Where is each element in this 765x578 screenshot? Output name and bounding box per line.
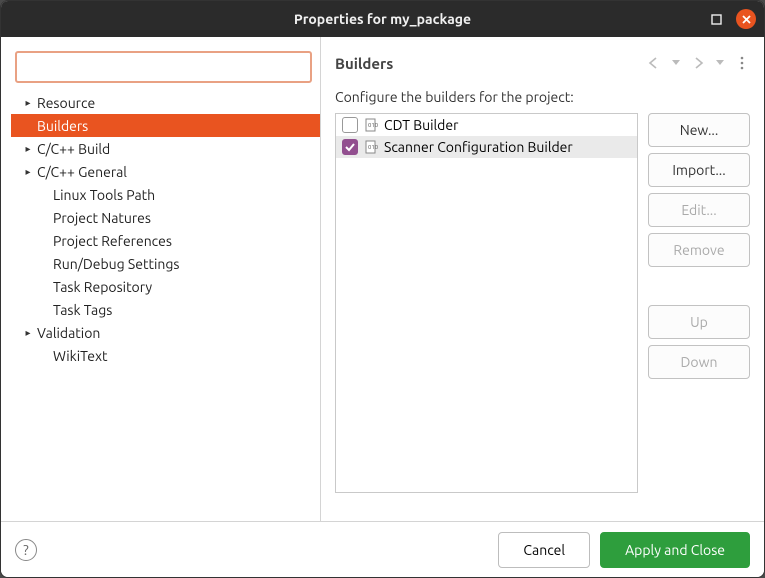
maximize-button[interactable] <box>706 9 726 29</box>
filter-box <box>15 51 312 83</box>
help-icon[interactable]: ? <box>15 539 37 561</box>
nav-tree: ▸ResourceBuilders▸C/C++ Build▸C/C++ Gene… <box>11 91 320 511</box>
nav-item-run-debug-settings[interactable]: Run/Debug Settings <box>11 252 320 275</box>
nav-item-linux-tools-path[interactable]: Linux Tools Path <box>11 183 320 206</box>
nav-item-wikitext[interactable]: WikiText <box>11 344 320 367</box>
footer: ? Cancel Apply and Close <box>1 521 764 577</box>
builder-row[interactable]: 010 Scanner Configuration Builder <box>336 136 637 158</box>
dropdown-icon[interactable] <box>712 60 728 66</box>
nav-item-label: Task Tags <box>51 302 112 318</box>
builder-checkbox[interactable] <box>342 117 358 133</box>
nav-item-label: Validation <box>35 325 100 341</box>
footer-buttons: Cancel Apply and Close <box>498 532 750 568</box>
page-title: Builders <box>335 55 393 72</box>
svg-text:010: 010 <box>368 144 378 151</box>
nav-item-c-c-build[interactable]: ▸C/C++ Build <box>11 137 320 160</box>
sidebar: ▸ResourceBuilders▸C/C++ Build▸C/C++ Gene… <box>1 37 321 521</box>
dropdown-icon[interactable] <box>668 60 684 66</box>
nav-item-label: Project References <box>51 233 172 249</box>
nav-item-task-tags[interactable]: Task Tags <box>11 298 320 321</box>
expander-icon: ▸ <box>21 97 35 109</box>
nav-item-label: Project Natures <box>51 210 151 226</box>
expander-icon: ▸ <box>21 143 35 155</box>
back-icon[interactable] <box>646 57 662 69</box>
close-button[interactable] <box>736 9 756 29</box>
builder-label: CDT Builder <box>384 117 458 133</box>
nav-item-project-natures[interactable]: Project Natures <box>11 206 320 229</box>
main-header: Builders <box>335 47 750 79</box>
nav-item-project-references[interactable]: Project References <box>11 229 320 252</box>
binary-file-icon: 010 <box>364 140 378 154</box>
expander-icon: ▸ <box>21 166 35 178</box>
builder-label: Scanner Configuration Builder <box>384 139 573 155</box>
nav-item-label: WikiText <box>51 348 108 364</box>
nav-item-label: Task Repository <box>51 279 152 295</box>
titlebar-controls <box>706 1 756 37</box>
down-button[interactable]: Down <box>648 345 750 379</box>
builder-checkbox[interactable] <box>342 139 358 155</box>
main-panel: Builders Configure the builders for the … <box>321 37 764 521</box>
nav-item-resource[interactable]: ▸Resource <box>11 91 320 114</box>
builder-row[interactable]: 010 CDT Builder <box>336 114 637 136</box>
import-button[interactable]: Import... <box>648 153 750 187</box>
content: ▸ResourceBuilders▸C/C++ Build▸C/C++ Gene… <box>1 37 764 521</box>
page-toolbar <box>646 56 750 70</box>
expander-icon: ▸ <box>21 327 35 339</box>
nav-item-validation[interactable]: ▸Validation <box>11 321 320 344</box>
nav-item-label: Builders <box>35 118 88 134</box>
edit-button[interactable]: Edit... <box>648 193 750 227</box>
nav-item-c-c-general[interactable]: ▸C/C++ General <box>11 160 320 183</box>
up-button[interactable]: Up <box>648 305 750 339</box>
builders-row: 010 CDT Builder 010 Scanner Configuration B… <box>335 113 750 511</box>
nav-item-label: Resource <box>35 95 95 111</box>
binary-file-icon: 010 <box>364 118 378 132</box>
menu-icon[interactable] <box>734 56 750 70</box>
nav-item-label: Linux Tools Path <box>51 187 155 203</box>
window-title: Properties for my_package <box>294 11 471 27</box>
nav-item-label: Run/Debug Settings <box>51 256 180 272</box>
nav-item-task-repository[interactable]: Task Repository <box>11 275 320 298</box>
side-buttons: New... Import... Edit... Remove Up Down <box>648 113 750 511</box>
forward-icon[interactable] <box>690 57 706 69</box>
nav-item-label: C/C++ General <box>35 164 127 180</box>
nav-item-label: C/C++ Build <box>35 141 110 157</box>
new-button[interactable]: New... <box>648 113 750 147</box>
description-text: Configure the builders for the project: <box>335 89 750 105</box>
filter-input[interactable] <box>15 51 312 83</box>
cancel-button[interactable]: Cancel <box>498 532 590 568</box>
properties-dialog: Properties for my_package ▸ResourceBuild… <box>0 0 765 578</box>
remove-button[interactable]: Remove <box>648 233 750 267</box>
builders-list[interactable]: 010 CDT Builder 010 Scanner Configuration B… <box>335 113 638 493</box>
svg-text:010: 010 <box>368 122 378 129</box>
apply-close-button[interactable]: Apply and Close <box>600 532 750 568</box>
titlebar: Properties for my_package <box>1 1 764 37</box>
nav-item-builders[interactable]: Builders <box>11 114 320 137</box>
